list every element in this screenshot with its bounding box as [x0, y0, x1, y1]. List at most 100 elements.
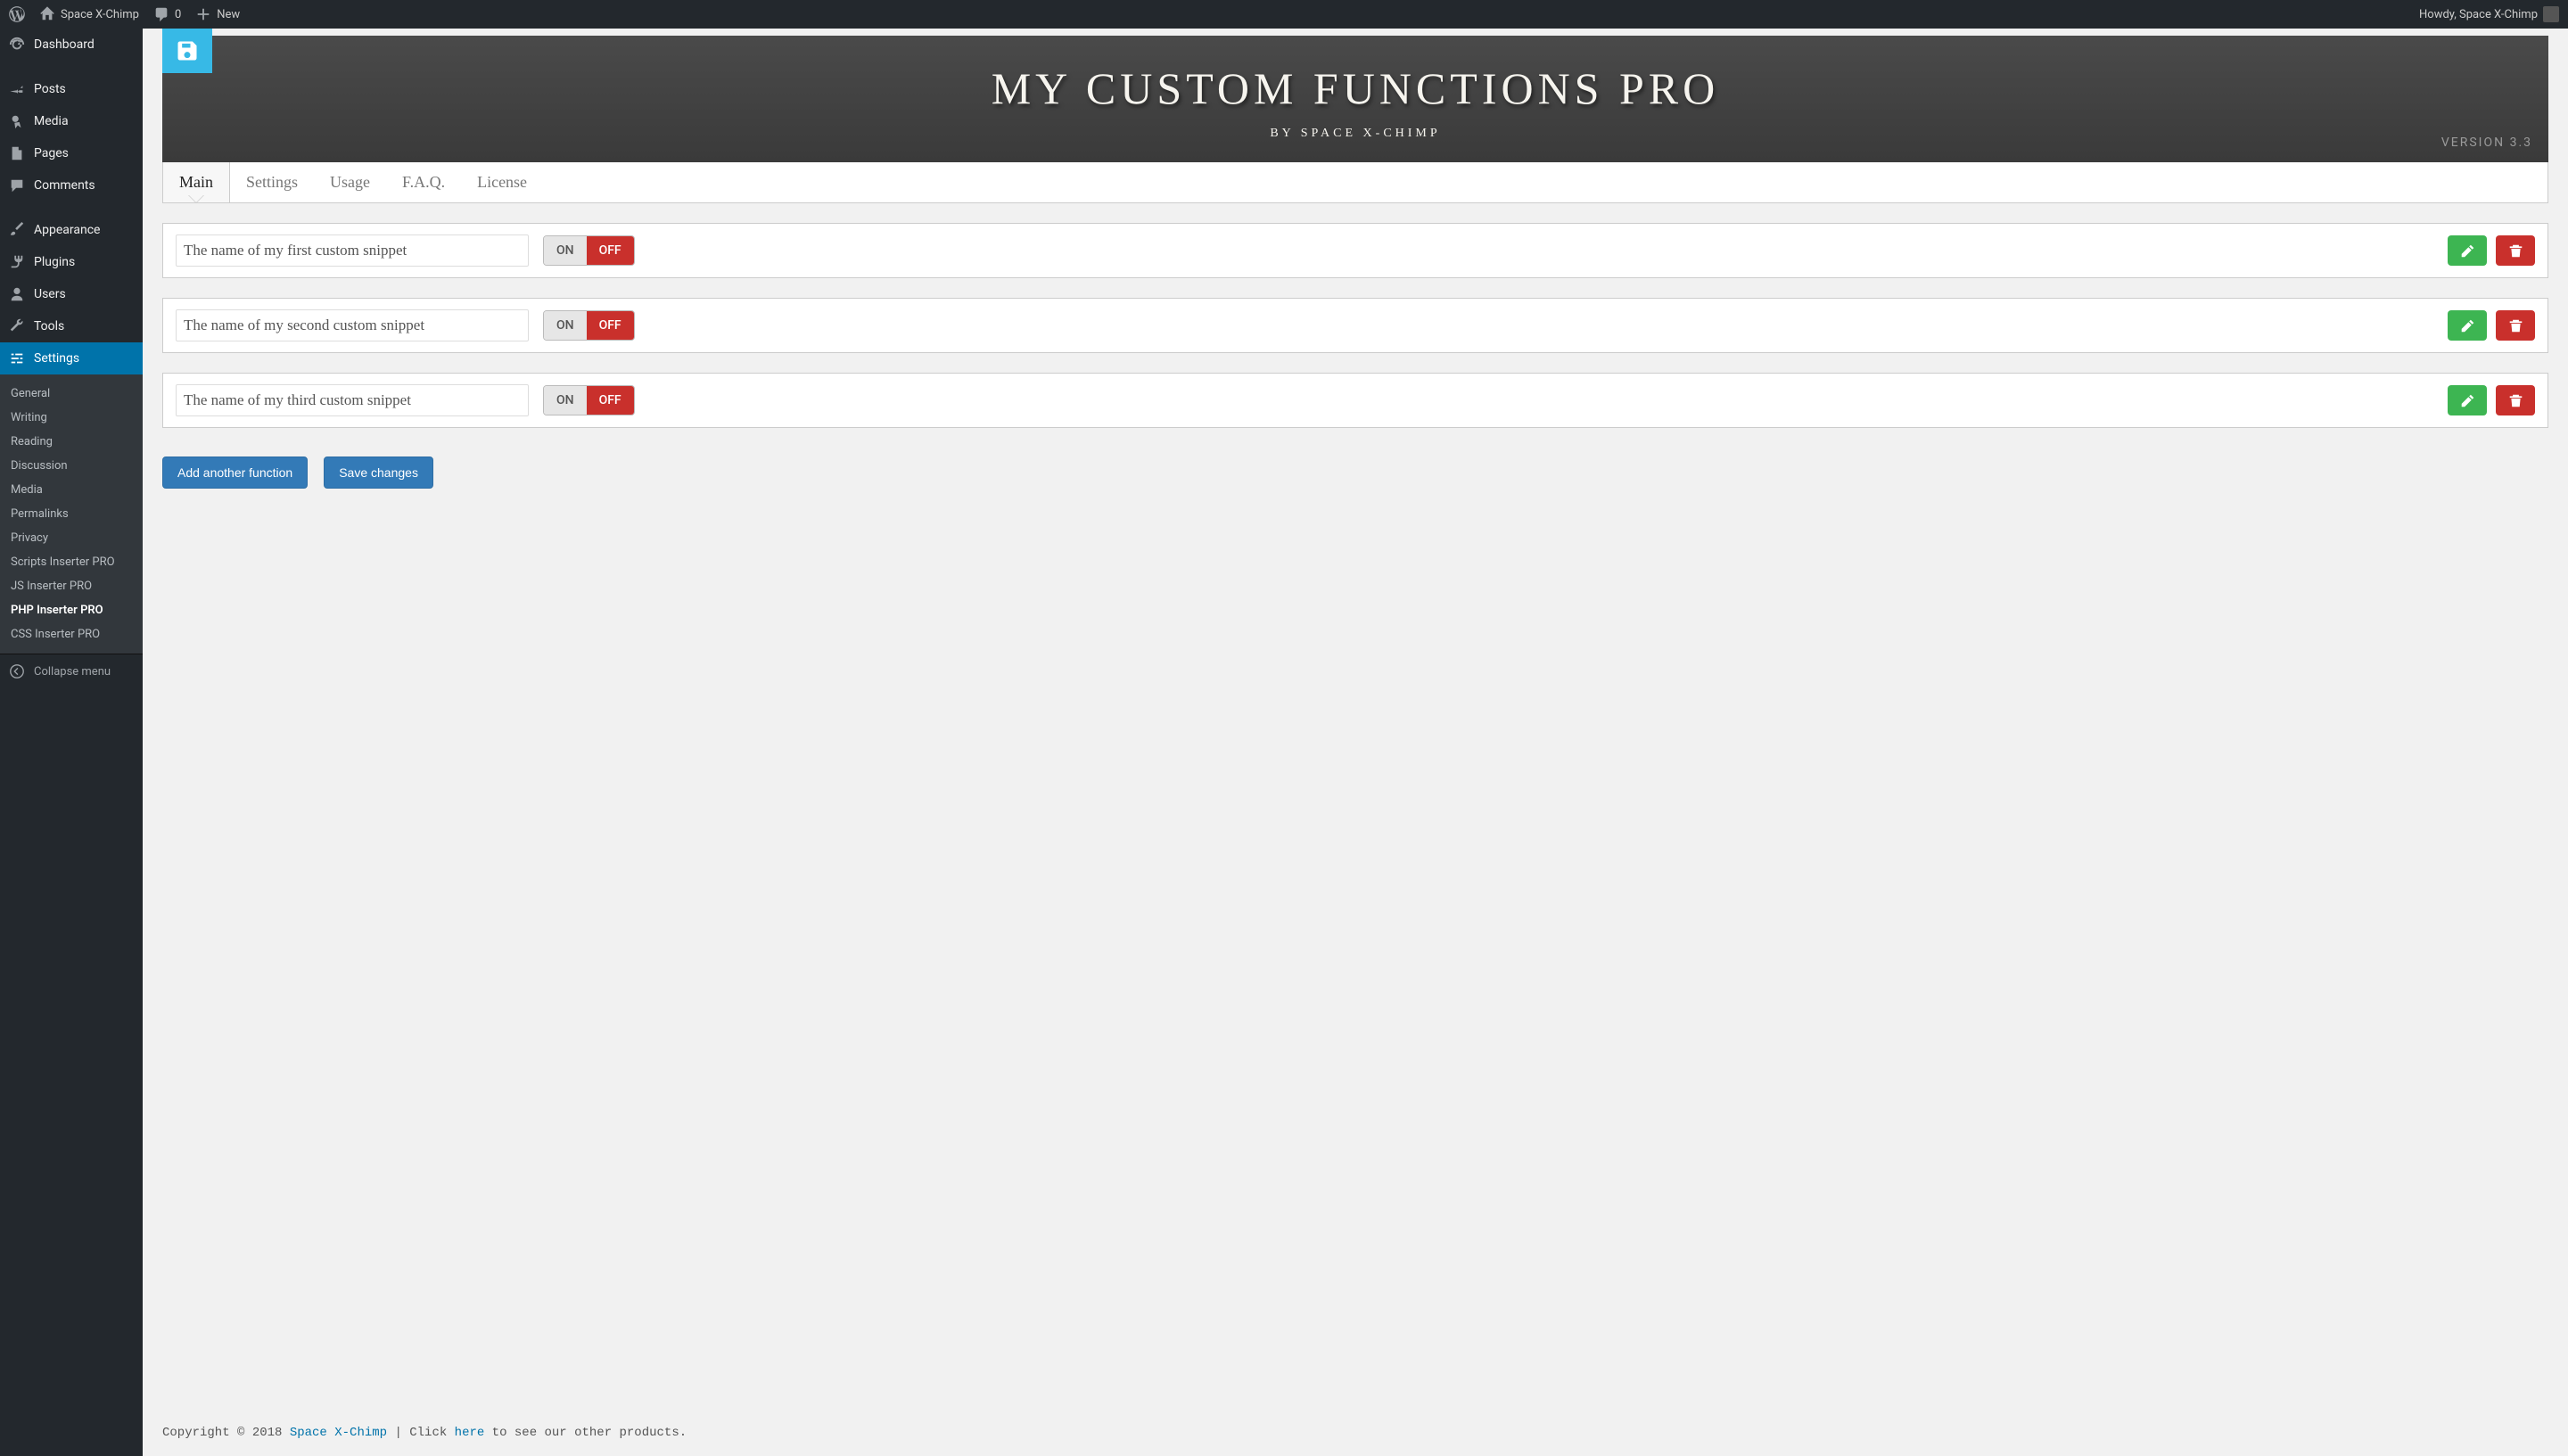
- settings-submenu: General Writing Reading Discussion Media…: [0, 374, 143, 654]
- menu-users[interactable]: Users: [0, 278, 143, 310]
- footer-prefix: Copyright © 2018: [162, 1426, 290, 1440]
- submenu-scripts-inserter-pro[interactable]: Scripts Inserter PRO: [0, 550, 143, 574]
- avatar: [2543, 6, 2559, 22]
- comment-count: 0: [175, 8, 181, 21]
- plugin-header: MY CUSTOM FUNCTIONS PRO BY SPACE X-CHIMP…: [162, 36, 2548, 162]
- edit-button[interactable]: [2448, 235, 2487, 266]
- admin-bar: Space X-Chimp 0 New Howdy, Space X-Chimp: [0, 0, 2568, 29]
- footer-mid: | Click: [387, 1426, 455, 1440]
- menu-label: Pages: [34, 146, 69, 160]
- new-link[interactable]: New: [195, 6, 240, 22]
- my-account[interactable]: Howdy, Space X-Chimp: [2419, 6, 2559, 22]
- toggle-off: OFF: [587, 236, 634, 265]
- submenu-writing[interactable]: Writing: [0, 406, 143, 430]
- snippet-name-input[interactable]: [176, 234, 529, 267]
- plus-icon: [195, 6, 211, 22]
- snippet-toggle[interactable]: ON OFF: [543, 385, 635, 415]
- main-content: MY CUSTOM FUNCTIONS PRO BY SPACE X-CHIMP…: [143, 29, 2568, 1456]
- snippet-toggle[interactable]: ON OFF: [543, 310, 635, 341]
- delete-button[interactable]: [2496, 385, 2535, 415]
- menu-label: Users: [34, 287, 66, 301]
- menu-dashboard[interactable]: Dashboard: [0, 29, 143, 61]
- tab-main[interactable]: Main: [163, 162, 230, 202]
- submenu-discussion[interactable]: Discussion: [0, 454, 143, 478]
- wrench-icon: [9, 318, 25, 334]
- footer-brand-link[interactable]: Space X-Chimp: [290, 1426, 387, 1440]
- menu-pages[interactable]: Pages: [0, 137, 143, 169]
- brush-icon: [9, 222, 25, 238]
- plugin-title: MY CUSTOM FUNCTIONS PRO: [180, 62, 2531, 114]
- menu-tools[interactable]: Tools: [0, 310, 143, 342]
- comments-link[interactable]: 0: [153, 6, 181, 22]
- add-function-button[interactable]: Add another function: [162, 457, 308, 489]
- tab-faq[interactable]: F.A.Q.: [386, 162, 461, 202]
- tab-license[interactable]: License: [461, 162, 543, 202]
- edit-button[interactable]: [2448, 385, 2487, 415]
- save-badge-button[interactable]: [162, 29, 212, 73]
- plugin-version: VERSION 3.3: [2441, 136, 2532, 150]
- media-icon: [9, 113, 25, 129]
- edit-button[interactable]: [2448, 310, 2487, 341]
- trash-icon: [2508, 318, 2523, 333]
- submenu-js-inserter-pro[interactable]: JS Inserter PRO: [0, 574, 143, 598]
- save-changes-button[interactable]: Save changes: [324, 457, 433, 489]
- snippet-row: ON OFF: [162, 223, 2548, 278]
- submenu-permalinks[interactable]: Permalinks: [0, 502, 143, 526]
- submenu-reading[interactable]: Reading: [0, 430, 143, 454]
- wp-logo[interactable]: [9, 6, 25, 22]
- admin-sidebar: Dashboard Posts Media Pages Comments App…: [0, 29, 143, 1456]
- user-icon: [9, 286, 25, 302]
- pencil-icon: [2460, 393, 2475, 408]
- comment-icon: [9, 177, 25, 193]
- dashboard-icon: [9, 37, 25, 53]
- submenu-privacy[interactable]: Privacy: [0, 526, 143, 550]
- save-icon: [175, 38, 200, 63]
- tab-usage[interactable]: Usage: [314, 162, 386, 202]
- menu-label: Posts: [34, 82, 66, 96]
- snippet-toggle[interactable]: ON OFF: [543, 235, 635, 266]
- submenu-general[interactable]: General: [0, 382, 143, 406]
- menu-label: Comments: [34, 178, 95, 193]
- trash-icon: [2508, 243, 2523, 259]
- wordpress-icon: [9, 6, 25, 22]
- sliders-icon: [9, 350, 25, 366]
- howdy-text: Howdy, Space X-Chimp: [2419, 8, 2538, 21]
- toggle-off: OFF: [587, 311, 634, 340]
- submenu-php-inserter-pro[interactable]: PHP Inserter PRO: [0, 598, 143, 622]
- snippet-name-input[interactable]: [176, 309, 529, 341]
- collapse-label: Collapse menu: [34, 665, 111, 679]
- site-link[interactable]: Space X-Chimp: [39, 6, 139, 22]
- menu-settings[interactable]: Settings: [0, 342, 143, 374]
- toggle-on: ON: [544, 311, 587, 340]
- snippet-row: ON OFF: [162, 373, 2548, 428]
- pencil-icon: [2460, 243, 2475, 259]
- delete-button[interactable]: [2496, 310, 2535, 341]
- footer-here-link[interactable]: here: [455, 1426, 485, 1440]
- trash-icon: [2508, 393, 2523, 408]
- menu-comments[interactable]: Comments: [0, 169, 143, 202]
- home-icon: [39, 6, 55, 22]
- page-icon: [9, 145, 25, 161]
- menu-label: Dashboard: [34, 37, 95, 52]
- new-label: New: [217, 8, 240, 21]
- menu-label: Plugins: [34, 255, 75, 269]
- collapse-menu[interactable]: Collapse menu: [0, 654, 143, 688]
- toggle-off: OFF: [587, 386, 634, 415]
- delete-button[interactable]: [2496, 235, 2535, 266]
- snippet-row: ON OFF: [162, 298, 2548, 353]
- footer: Copyright © 2018 Space X-Chimp | Click h…: [162, 1404, 2548, 1456]
- submenu-media[interactable]: Media: [0, 478, 143, 502]
- menu-label: Appearance: [34, 223, 100, 237]
- plugin-subtitle: BY SPACE X-CHIMP: [180, 127, 2531, 141]
- tab-settings[interactable]: Settings: [230, 162, 314, 202]
- collapse-icon: [9, 663, 25, 679]
- pencil-icon: [2460, 318, 2475, 333]
- menu-appearance[interactable]: Appearance: [0, 214, 143, 246]
- menu-posts[interactable]: Posts: [0, 73, 143, 105]
- submenu-css-inserter-pro[interactable]: CSS Inserter PRO: [0, 622, 143, 646]
- menu-media[interactable]: Media: [0, 105, 143, 137]
- tab-bar: Main Settings Usage F.A.Q. License: [162, 162, 2548, 203]
- snippet-name-input[interactable]: [176, 384, 529, 416]
- menu-label: Settings: [34, 351, 79, 366]
- menu-plugins[interactable]: Plugins: [0, 246, 143, 278]
